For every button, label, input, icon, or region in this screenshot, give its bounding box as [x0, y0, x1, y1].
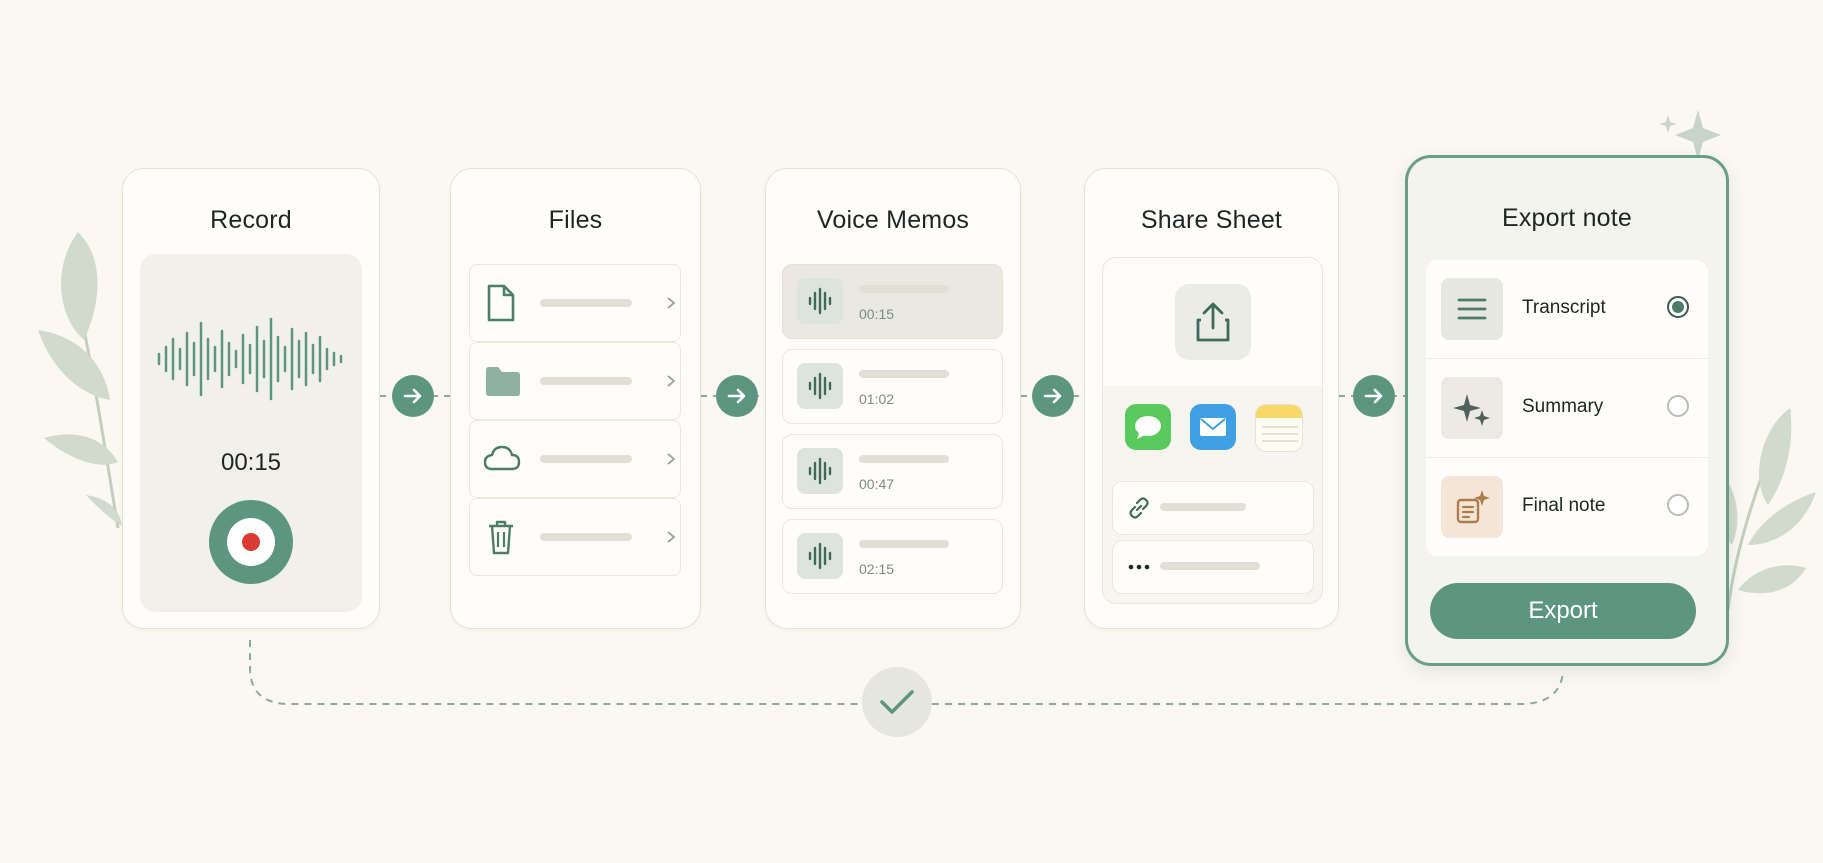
export-option-summary[interactable]: Summary [1426, 359, 1708, 458]
document-icon [487, 284, 515, 322]
trash-icon [489, 520, 513, 555]
link-icon [1129, 497, 1149, 519]
file-row-cloud[interactable] [469, 420, 681, 498]
record-button[interactable] [209, 500, 293, 584]
voice-memos-card: Voice Memos 00:15 01:02 00:47 02:15 [765, 168, 1021, 629]
waveform-icon [797, 278, 843, 324]
card-title-record: Record [210, 206, 292, 234]
option-label: Final note [1522, 495, 1606, 516]
share-button[interactable] [1175, 284, 1251, 360]
memo-duration: 00:47 [859, 476, 895, 492]
file-row-folder[interactable] [469, 342, 681, 420]
card-title-share-sheet: Share Sheet [1140, 206, 1283, 234]
note-sparkle-icon [1441, 476, 1503, 538]
more-icon [1128, 564, 1150, 570]
export-option-transcript[interactable]: Transcript [1426, 260, 1708, 359]
card-title-export-note: Export note [1501, 204, 1633, 232]
memo-item[interactable]: 00:47 [782, 434, 1003, 509]
chevron-right-icon [667, 531, 676, 543]
chevron-right-icon [667, 453, 676, 465]
radio-final-note[interactable] [1667, 494, 1689, 516]
memo-duration: 02:15 [859, 561, 895, 577]
chevron-right-icon [667, 297, 676, 309]
file-row-document[interactable] [469, 264, 681, 342]
list-icon [1441, 278, 1503, 340]
next-arrow-3 [1032, 375, 1074, 417]
arrow-right-icon [727, 388, 746, 404]
memo-item[interactable]: 02:15 [782, 519, 1003, 594]
recording-timer: 00:15 [220, 449, 282, 476]
memo-item[interactable]: 00:15 [782, 264, 1003, 339]
cloud-icon [483, 445, 521, 471]
export-note-card: Export note Transcript Summary Final not… [1405, 155, 1729, 666]
files-card: Files [450, 168, 701, 629]
radio-summary[interactable] [1667, 395, 1689, 417]
share-icon [1196, 302, 1230, 342]
waveform-graphic [157, 317, 343, 401]
arrow-right-icon [1043, 388, 1062, 404]
radio-transcript[interactable] [1667, 296, 1689, 318]
arrow-right-icon [1364, 388, 1383, 404]
memo-duration: 01:02 [859, 391, 895, 407]
mail-icon[interactable] [1190, 404, 1236, 450]
folder-icon [486, 367, 520, 396]
card-title-files: Files [548, 206, 603, 234]
record-card: Record 00:15 [122, 168, 380, 629]
checkmark-icon [880, 690, 914, 714]
option-label: Transcript [1522, 297, 1606, 318]
waveform-icon [797, 533, 843, 579]
notes-icon[interactable] [1255, 404, 1303, 452]
record-dot-icon [242, 533, 260, 551]
waveform-icon [797, 363, 843, 409]
arrow-right-icon [403, 388, 422, 404]
memo-duration: 00:15 [859, 306, 895, 322]
leaf-decoration-right [1716, 408, 1816, 611]
leaf-decoration-left [38, 232, 122, 529]
export-button[interactable]: Export [1430, 583, 1696, 639]
card-title-voice-memos: Voice Memos [816, 206, 970, 234]
messages-icon[interactable] [1125, 404, 1171, 450]
sparkles-icon [1441, 377, 1503, 439]
copy-link-row[interactable] [1112, 481, 1314, 535]
next-arrow-1 [392, 375, 434, 417]
next-arrow-4 [1353, 375, 1395, 417]
memo-item[interactable]: 01:02 [782, 349, 1003, 424]
more-options-row[interactable] [1112, 540, 1314, 594]
export-option-final-note[interactable]: Final note [1426, 458, 1708, 556]
share-sheet-card: Share Sheet [1084, 168, 1339, 629]
file-row-trash[interactable] [469, 498, 681, 576]
option-label: Summary [1522, 396, 1604, 417]
share-panel [1102, 257, 1323, 604]
next-arrow-2 [716, 375, 758, 417]
chevron-right-icon [667, 375, 676, 387]
completion-check [862, 667, 932, 737]
recording-panel: 00:15 [140, 254, 362, 612]
waveform-icon [797, 448, 843, 494]
